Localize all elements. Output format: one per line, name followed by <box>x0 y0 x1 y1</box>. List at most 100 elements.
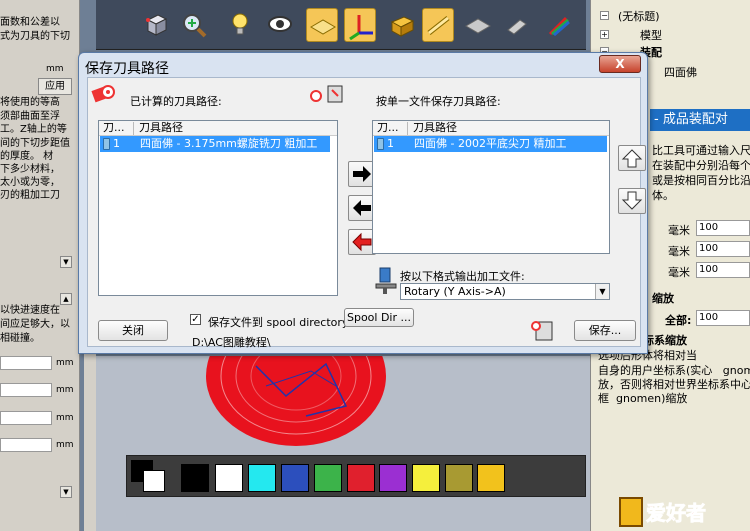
column-header-toolpath[interactable]: 刀具路径 <box>139 121 183 135</box>
color-swatch[interactable] <box>248 464 276 492</box>
spool-dir-button[interactable]: Spool Dir ... <box>344 308 414 327</box>
apply-button[interactable]: 应用 <box>38 78 72 95</box>
size-y-field[interactable]: 100 <box>696 241 750 257</box>
left-value-input[interactable] <box>0 383 52 397</box>
toolpath-render <box>206 356 386 446</box>
color-swatch[interactable] <box>181 464 209 492</box>
dialog-title: 保存刀具路径 <box>85 61 169 77</box>
tool-icon <box>103 138 110 150</box>
tree-item-model[interactable]: 模型 <box>640 27 662 43</box>
computed-toolpaths-label: 已计算的刀具路径: <box>130 95 222 108</box>
row-number: 1 <box>387 137 394 150</box>
description-line: 体。 <box>652 189 674 202</box>
chevron-down-icon[interactable]: ▼ <box>595 284 609 299</box>
left-properties-panel: 面数和公差以 式为刀具的下切 mm 应用 将使用的等高 须部曲面至浮 工。Z轴上… <box>0 0 80 531</box>
3d-viewport[interactable] <box>96 356 590 531</box>
description-line: 或是按相同百分比沿 <box>652 174 750 187</box>
left-value-input[interactable] <box>0 356 52 370</box>
dialog-body: 已计算的刀具路径: 按单一文件保存刀具路径: 刀... 刀具路径 1 四面佛 -… <box>87 77 646 349</box>
save-icon <box>528 316 558 344</box>
left-text-line: 太小或为零， <box>0 177 60 188</box>
table-row[interactable]: 1 四面佛 - 3.175mm螺旋铣刀 粗加工 <box>100 136 330 152</box>
left-text-line: 式为刀具的下切 <box>0 31 70 42</box>
output-format-select[interactable]: Rotary (Y Axis->A) ▼ <box>400 283 610 300</box>
tree-item-root[interactable]: (无标题) <box>618 8 660 24</box>
output-format-value: Rotary (Y Axis->A) <box>404 285 506 298</box>
tree-item-part[interactable]: 四面佛 <box>664 64 697 80</box>
size-x-field[interactable]: 100 <box>696 220 750 236</box>
unit-label: 毫米 <box>668 224 690 237</box>
left-value-input[interactable] <box>0 411 52 425</box>
surface-icon[interactable] <box>462 8 494 42</box>
color-swatch[interactable] <box>314 464 342 492</box>
size-z-field[interactable]: 100 <box>696 262 750 278</box>
column-header-tool[interactable]: 刀... <box>377 121 399 135</box>
all-label: 全部: <box>665 314 692 327</box>
color-swatch[interactable] <box>412 464 440 492</box>
scroll-down-button[interactable]: ▼ <box>60 486 72 498</box>
left-text-line: 相碰撞。 <box>0 333 40 344</box>
left-text-line: 工。Z轴上的等 <box>0 124 67 135</box>
left-text-line: 面数和公差以 <box>0 17 60 28</box>
column-header-tool[interactable]: 刀... <box>103 121 125 135</box>
unit-label: mm <box>56 440 74 450</box>
save-to-spool-checkbox[interactable]: ✓ <box>190 314 201 325</box>
save-to-spool-label: 保存文件到 spool directory <box>208 316 349 329</box>
row-toolpath-name: 四面佛 - 3.175mm螺旋铣刀 粗加工 <box>140 137 318 150</box>
assembly-panel-header: - 成品装配对 <box>650 109 750 131</box>
save-toolpath-dialog: 保存刀具路径 X 已计算的刀具路径: 按单一文件保存刀具路径: 刀... 刀具路… <box>78 52 648 354</box>
save-single-file-label: 按单一文件保存刀具路径: <box>376 95 501 108</box>
cutter-icon[interactable] <box>500 8 532 42</box>
save-button[interactable]: 保存... <box>574 320 636 341</box>
unit-label: mm <box>56 413 74 423</box>
color-palette <box>126 455 586 497</box>
unit-label: 毫米 <box>668 266 690 279</box>
close-icon[interactable]: X <box>599 55 641 73</box>
expand-icon[interactable]: + <box>600 30 609 39</box>
toolpath-list-icon <box>90 82 118 108</box>
left-text-line: 间的下切步距值 <box>0 138 70 149</box>
background-color-swatch[interactable] <box>143 470 165 492</box>
color-swatch[interactable] <box>477 464 505 492</box>
axis-icon[interactable] <box>344 8 376 42</box>
pencil-icon[interactable] <box>422 8 454 42</box>
move-up-button[interactable] <box>618 145 646 171</box>
toolbox-icon[interactable] <box>386 8 418 42</box>
color-swatch[interactable] <box>215 464 243 492</box>
scale-label: 缩放 <box>652 292 674 305</box>
table-row[interactable]: 1 四面佛 - 2002平底尖刀 精加工 <box>374 136 607 152</box>
color-swatch[interactable] <box>445 464 473 492</box>
zoom-icon[interactable] <box>178 8 210 42</box>
close-button[interactable]: 关闭 <box>98 320 168 341</box>
brush-icon[interactable] <box>542 8 574 42</box>
scroll-down-button[interactable]: ▼ <box>60 256 72 268</box>
description-line: 比工具可通过输入尺 <box>652 144 750 157</box>
color-swatch[interactable] <box>281 464 309 492</box>
save-single-file-list[interactable]: 刀... 刀具路径 1 四面佛 - 2002平底尖刀 精加工 <box>372 120 610 254</box>
color-swatch[interactable] <box>347 464 375 492</box>
plane-icon[interactable] <box>306 8 338 42</box>
main-toolbar <box>96 0 586 50</box>
computed-toolpaths-list[interactable]: 刀... 刀具路径 1 四面佛 - 3.175mm螺旋铣刀 粗加工 <box>98 120 338 296</box>
column-header-toolpath[interactable]: 刀具路径 <box>413 121 457 135</box>
cube-icon[interactable] <box>140 8 172 42</box>
lightbulb-icon[interactable] <box>224 8 256 42</box>
move-down-button[interactable] <box>618 188 646 214</box>
unit-label: 毫米 <box>668 245 690 258</box>
unit-label: mm <box>56 358 74 368</box>
scale-all-field[interactable]: 100 <box>696 310 750 326</box>
color-swatch[interactable] <box>379 464 407 492</box>
left-text-line: 须部曲面至浮 <box>0 111 60 122</box>
eye-icon[interactable] <box>264 8 296 42</box>
left-text-line: 间应足够大，以 <box>0 319 70 330</box>
row-toolpath-name: 四面佛 - 2002平底尖刀 精加工 <box>414 137 567 150</box>
left-value-input[interactable] <box>0 438 52 452</box>
expand-icon[interactable]: − <box>600 11 609 20</box>
left-text-line: 的厚度。 材 <box>0 151 54 162</box>
mm-label: mm <box>46 64 64 74</box>
tool-icon <box>377 138 384 150</box>
unit-label: mm <box>56 385 74 395</box>
left-text-line: 以快进速度在 <box>0 305 60 316</box>
watermark-text: 爱好者 <box>646 501 706 525</box>
output-format-label: 按以下格式输出加工文件: <box>400 270 525 283</box>
